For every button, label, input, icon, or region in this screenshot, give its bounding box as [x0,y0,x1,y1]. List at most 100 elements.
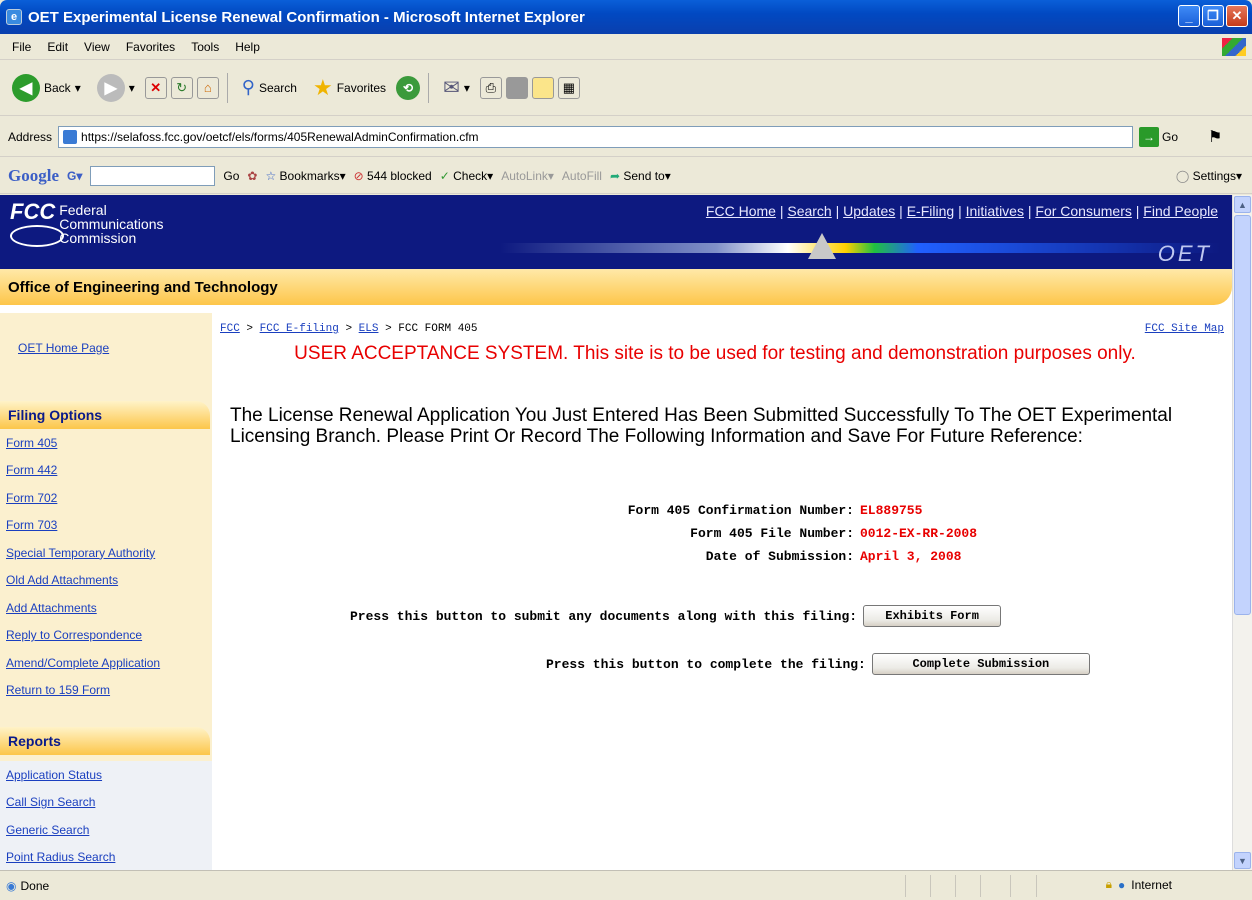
google-g-icon[interactable]: G▾ [67,169,82,183]
page-done-icon: ◉ [6,878,17,893]
title-bar: e OET Experimental License Renewal Confi… [0,0,1252,34]
go-arrow-icon: → [1139,126,1160,147]
sidebar-item-add-attachments[interactable]: Add Attachments [6,601,97,615]
sidebar-item-special-temporary-authority[interactable]: Special Temporary Authority [6,546,155,560]
google-bookmarks-button[interactable]: ☆ Bookmarks▾ [265,169,345,183]
stop-icon[interactable]: ✕ [144,76,167,99]
exhibits-form-button[interactable]: Exhibits Form [863,605,1002,627]
breadcrumb-fcc[interactable]: FCC [220,323,240,335]
sidebar-item-reply-to-correspondence[interactable]: Reply to Correspondence [6,628,142,642]
office-banner: Office of Engineering and Technology [0,269,1232,305]
menu-file[interactable]: File [4,40,39,54]
link-updates[interactable]: Updates [843,203,895,219]
edit-icon[interactable] [505,76,528,99]
favorites-button[interactable]: ★ Favorites [307,73,392,103]
page-icon [63,129,78,144]
fcc-logo-mark: FCC [10,199,56,224]
sidebar-item-generic-search[interactable]: Generic Search [6,823,89,837]
messenger-icon[interactable]: ⚑ [1208,127,1222,147]
minimize-button[interactable]: _ [1178,5,1200,27]
window-title: OET Experimental License Renewal Confirm… [28,8,585,26]
menu-help[interactable]: Help [227,40,268,54]
scroll-up-icon[interactable]: ▲ [1234,196,1251,213]
mail-button[interactable]: ✉ ▾ [437,73,476,102]
confirmation-message: The License Renewal Application You Just… [230,405,1173,447]
breadcrumb-els[interactable]: ELS [359,323,379,335]
confirmation-number-value: EL889755 [860,503,923,518]
sidebar-item-point-radius-search[interactable]: Point Radius Search [6,850,115,864]
sidebar-item-form-703[interactable]: Form 703 [6,518,57,532]
autolink-button[interactable]: AutoLink▾ [501,169,554,183]
sidebar-item-form-442[interactable]: Form 442 [6,463,57,477]
sidebar-item-form-702[interactable]: Form 702 [6,491,57,505]
menu-view[interactable]: View [76,40,118,54]
sidebar-item-return-to-159-form[interactable]: Return to 159 Form [6,683,110,697]
autofill-button[interactable]: AutoFill [562,169,602,183]
sidebar: OET Home Page Filing Options Form 405 Fo… [0,313,212,870]
link-search[interactable]: Search [787,203,831,219]
mail-icon: ✉ [443,77,460,99]
settings-button[interactable]: ◯ Settings▾ [1176,169,1242,183]
breadcrumb-fcc-e-filing[interactable]: FCC E-filing [260,323,339,335]
sidebar-item-call-sign-search[interactable]: Call Sign Search [6,795,95,809]
menu-favorites[interactable]: Favorites [118,40,183,54]
send-to-button[interactable]: ➦ Send to▾ [610,169,671,183]
menu-bar: File Edit View Favorites Tools Help [0,34,1252,60]
address-input[interactable]: https://selafoss.fcc.gov/oetcf/els/forms… [58,125,1134,148]
back-button[interactable]: ◀ Back ▾ [6,72,87,104]
sidebar-item-amend-complete-application[interactable]: Amend/Complete Application [6,656,160,670]
sidebar-item-form-405[interactable]: Form 405 [6,436,57,450]
globe-icon: ● [1118,877,1126,892]
link-for-consumers[interactable]: For Consumers [1035,203,1131,219]
go-button[interactable]: → Go [1139,126,1178,147]
print-icon[interactable]: ⎙ [479,76,502,99]
check-icon: ✓ [439,168,450,183]
office-title: Office of Engineering and Technology [8,278,278,296]
google-logo[interactable]: Google [8,166,59,186]
page-content: FCC Federal Communications Commission FC… [0,195,1232,870]
menu-tools[interactable]: Tools [183,40,227,54]
history-icon[interactable]: ⟲ [396,75,421,100]
oet-home-link[interactable]: OET Home Page [18,341,109,355]
search-button[interactable]: ⚲ Search [236,75,303,100]
link-initiatives[interactable]: Initiatives [966,203,1024,219]
vertical-scrollbar[interactable]: ▲ ▼ [1232,195,1252,870]
complete-submission-button[interactable]: Complete Submission [871,653,1090,675]
scroll-down-icon[interactable]: ▼ [1234,852,1251,869]
google-search-input[interactable] [90,165,216,186]
refresh-icon[interactable]: ↻ [170,76,193,99]
filing-options-heading: Filing Options [0,401,210,429]
block-icon: ⊘ [353,168,364,183]
link-fcc-home[interactable]: FCC Home [706,203,776,219]
status-cell [1036,875,1037,897]
status-bar: ◉ Done 🔒︎ ● Internet [0,870,1252,900]
status-cell [905,875,906,897]
prism-graphic [808,233,836,259]
research-icon[interactable]: ▦ [557,76,580,99]
notes-icon[interactable] [531,76,554,99]
google-go-button[interactable]: Go [223,169,239,183]
toolbar-separator [428,72,430,103]
maximize-button[interactable]: ❐ [1202,5,1224,27]
dropdown-arrow-icon[interactable]: ▾ [75,81,81,95]
fcc-site-map-link[interactable]: FCC Site Map [1145,323,1224,335]
forward-arrow-icon: ▶ [96,73,125,102]
submission-date-label: Date of Submission: [705,549,854,564]
sidebar-item-old-add-attachments[interactable]: Old Add Attachments [6,573,118,587]
file-number-value: 0012-EX-RR-2008 [860,526,978,541]
dropdown-arrow-icon[interactable]: ▾ [129,81,135,95]
home-icon[interactable]: ⌂ [196,76,219,99]
popup-blocker-button[interactable]: ⊘ 544 blocked [354,169,432,183]
toolbar-separator [226,72,228,103]
link-e-filing[interactable]: E-Filing [907,203,954,219]
complete-prompt: Press this button to complete the filing… [546,656,866,672]
sidebar-item-application-status[interactable]: Application Status [6,768,102,782]
link-find-people[interactable]: Find People [1143,203,1218,219]
close-button[interactable]: ✕ [1226,5,1248,27]
forward-button[interactable]: ▶ ▾ [91,72,141,104]
spell-check-button[interactable]: ✓ Check▾ [440,169,493,183]
scroll-thumb[interactable] [1234,215,1251,615]
search-icon: ⚲ [241,77,255,97]
menu-edit[interactable]: Edit [39,40,76,54]
fcc-logo[interactable]: FCC Federal Communications Commission [10,199,163,247]
